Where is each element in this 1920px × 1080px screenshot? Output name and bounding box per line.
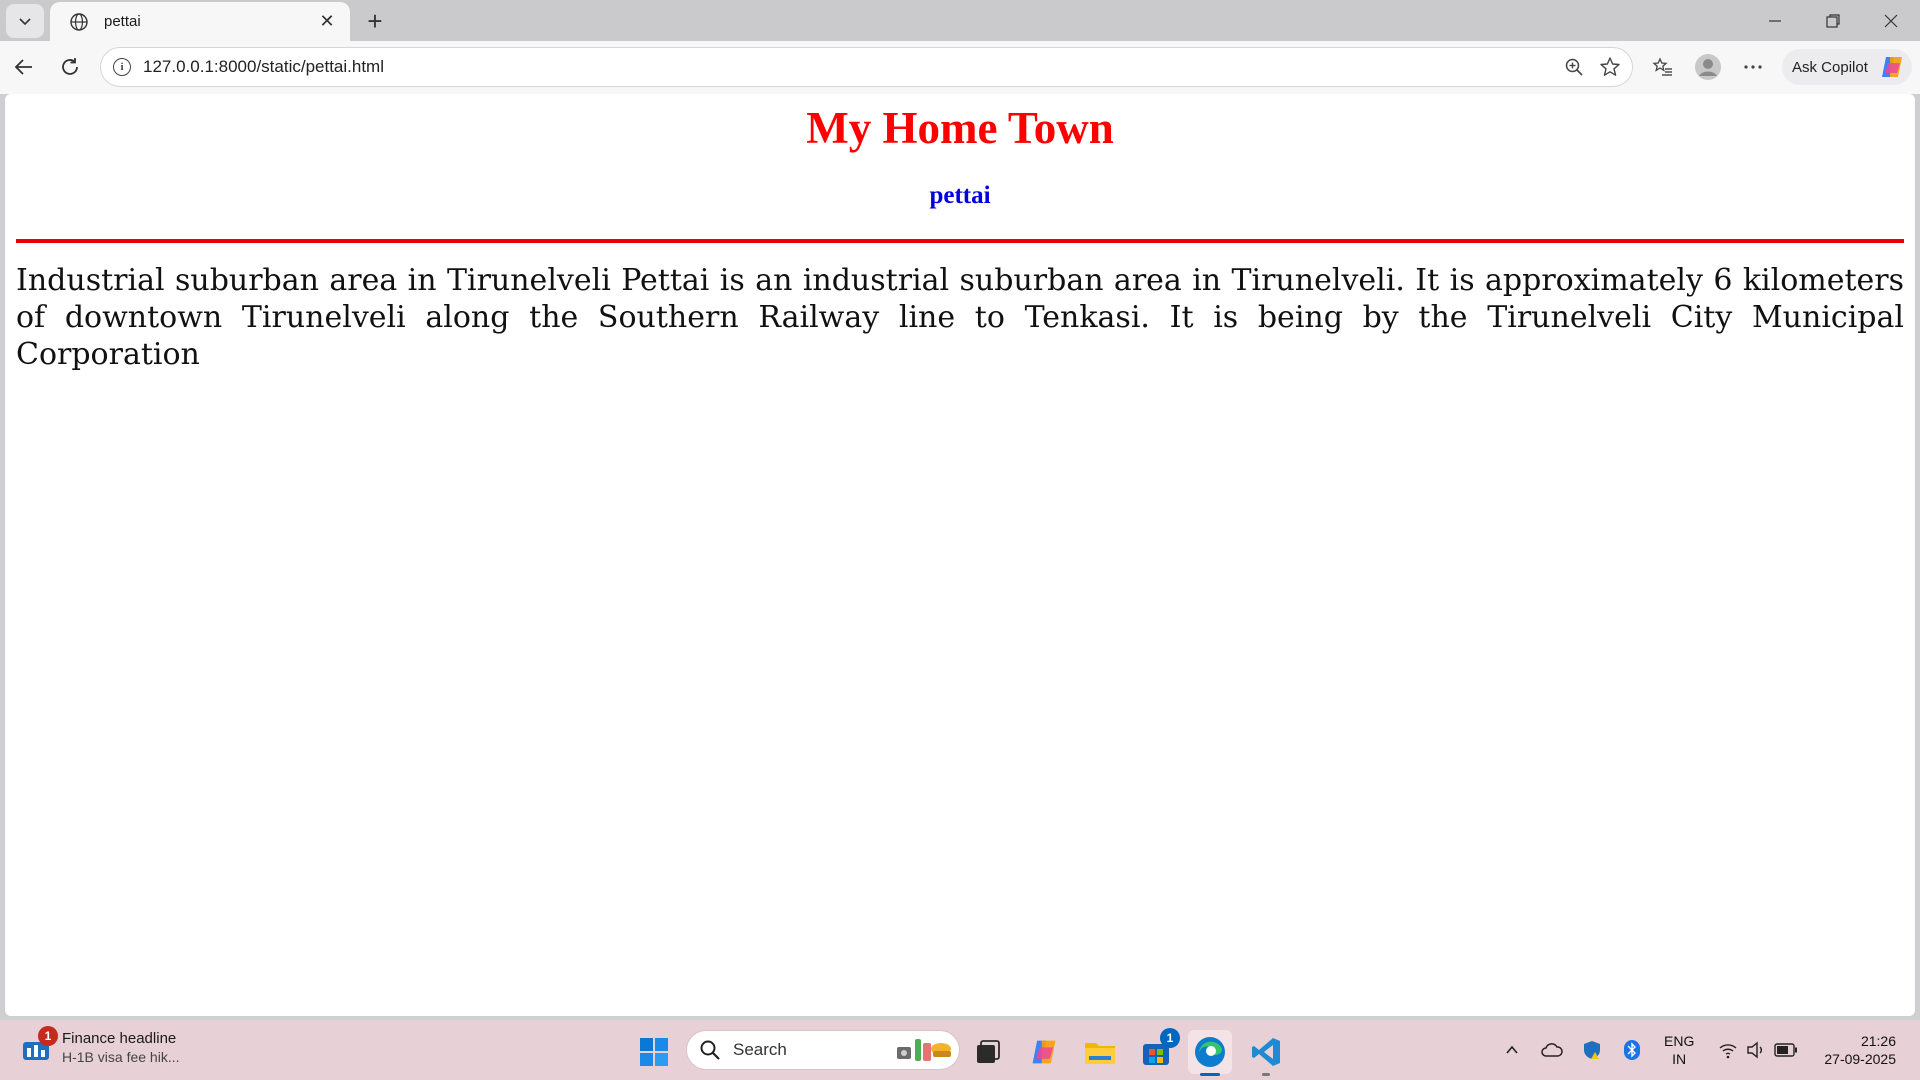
profile-button[interactable]	[1690, 49, 1726, 85]
restore-button[interactable]	[1804, 0, 1862, 41]
favorites-button[interactable]	[1645, 49, 1681, 85]
volume-button[interactable]	[1742, 1036, 1770, 1064]
search-placeholder: Search	[733, 1040, 787, 1059]
store-button[interactable]: 1	[1134, 1028, 1180, 1074]
speaker-icon	[1747, 1041, 1762, 1059]
wifi-button[interactable]	[1714, 1036, 1742, 1064]
page-subheading: pettai	[929, 182, 991, 209]
widget-title: Finance headline	[62, 1030, 177, 1047]
windows-logo-icon	[640, 1038, 668, 1066]
copilot-icon	[1881, 57, 1902, 77]
minimize-button[interactable]	[1746, 0, 1804, 41]
news-widget[interactable]: 1 Finance headline H-1B visa fee hik...	[20, 1025, 180, 1065]
back-arrow-icon	[14, 59, 32, 75]
clock-date: 27-09-2025	[1824, 1051, 1896, 1067]
favorite-star-icon[interactable]	[1592, 49, 1628, 85]
close-icon	[1884, 14, 1898, 27]
globe-icon	[68, 11, 90, 33]
edge-active-indicator	[1200, 1073, 1220, 1076]
clock-time: 21:26	[1860, 1033, 1896, 1049]
search-highlight-icon	[897, 1039, 951, 1061]
widget-subtitle: H-1B visa fee hik...	[62, 1049, 180, 1065]
edge-button[interactable]	[1188, 1030, 1232, 1074]
taskbar: 1 Finance headline H-1B visa fee hik... …	[0, 1020, 1920, 1080]
folder-icon	[1085, 1043, 1115, 1064]
chevron-down-icon	[19, 18, 31, 26]
bluetooth-button[interactable]	[1618, 1036, 1646, 1064]
more-options-button[interactable]	[1735, 49, 1771, 85]
search-icon	[700, 1040, 720, 1060]
favorites-icon	[1652, 57, 1672, 76]
taskbar-search[interactable]: Search	[686, 1030, 960, 1070]
zoom-icon[interactable]	[1556, 49, 1592, 85]
address-bar[interactable]: i 127.0.0.1:8000/static/pettai.html	[100, 47, 1633, 87]
widget-badge: 1	[38, 1025, 58, 1046]
bluetooth-icon	[1624, 1040, 1640, 1060]
browser-toolbar: i 127.0.0.1:8000/static/pettai.html Ask …	[0, 41, 1920, 94]
security-button[interactable]	[1578, 1036, 1606, 1064]
url-text[interactable]: 127.0.0.1:8000/static/pettai.html	[143, 57, 1556, 77]
site-info-icon[interactable]: i	[113, 58, 131, 76]
language-code: ENG	[1664, 1033, 1695, 1049]
new-tab-button[interactable]: +	[358, 5, 392, 37]
language-indicator[interactable]: ENG IN	[1664, 1032, 1694, 1068]
clock[interactable]: 21:26 27-09-2025	[1812, 1032, 1896, 1068]
ask-copilot-button[interactable]: Ask Copilot	[1782, 49, 1912, 85]
page-heading: My Home Town	[806, 103, 1114, 153]
task-view-button[interactable]	[966, 1030, 1010, 1074]
back-button[interactable]	[6, 49, 42, 85]
copilot-app-icon	[1032, 1040, 1056, 1064]
avatar-icon	[1695, 54, 1721, 80]
vscode-icon	[1252, 1038, 1280, 1066]
close-tab-icon[interactable]: ✕	[316, 11, 338, 33]
show-hidden-icons-button[interactable]	[1498, 1036, 1526, 1064]
tab-list-button[interactable]	[6, 4, 44, 38]
wifi-icon	[1719, 1044, 1737, 1059]
page-paragraph: Industrial suburban area in Tirunelveli …	[16, 263, 1904, 372]
chevron-up-icon	[1506, 1045, 1518, 1054]
browser-tab[interactable]: pettai ✕	[50, 2, 350, 41]
copilot-app-button[interactable]	[1022, 1030, 1066, 1074]
shield-icon	[1584, 1041, 1600, 1059]
file-explorer-button[interactable]	[1078, 1030, 1122, 1074]
tab-title: pettai	[104, 13, 141, 30]
page-viewport: My Home Town pettai Industrial suburban …	[5, 94, 1915, 1016]
horizontal-rule	[16, 239, 1904, 243]
battery-icon	[1774, 1043, 1797, 1057]
finance-widget-icon: 1	[20, 1025, 58, 1064]
more-icon	[1744, 65, 1762, 69]
close-window-button[interactable]	[1862, 0, 1920, 41]
task-view-icon	[977, 1040, 1000, 1063]
onedrive-button[interactable]	[1538, 1036, 1566, 1064]
minimize-icon	[1769, 19, 1781, 22]
vscode-running-indicator	[1262, 1073, 1270, 1076]
tab-strip: pettai ✕ +	[0, 0, 1920, 41]
edge-icon	[1195, 1037, 1225, 1067]
region-code: IN	[1672, 1051, 1687, 1067]
store-badge: 1	[1160, 1028, 1180, 1048]
battery-button[interactable]	[1772, 1036, 1800, 1064]
start-button[interactable]	[632, 1030, 676, 1074]
cloud-icon	[1541, 1043, 1563, 1057]
refresh-icon	[62, 58, 78, 75]
copilot-label: Ask Copilot	[1792, 58, 1868, 76]
refresh-button[interactable]	[52, 49, 88, 85]
restore-icon	[1826, 13, 1840, 28]
vscode-button[interactable]	[1244, 1030, 1288, 1074]
